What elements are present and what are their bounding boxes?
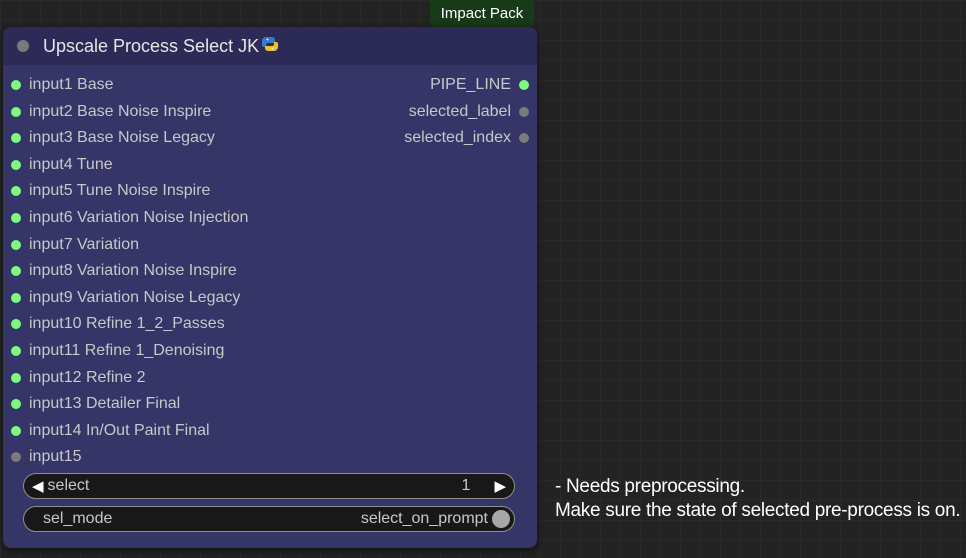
input-slot-label: input3 Base Noise Legacy bbox=[29, 129, 215, 147]
note-line-1: - Needs preprocessing. bbox=[555, 476, 745, 497]
input-slot-2[interactable]: input2 Base Noise Inspire bbox=[11, 99, 211, 125]
output-slot-pipe-line[interactable]: PIPE_LINE bbox=[430, 72, 529, 98]
input-connector-icon[interactable] bbox=[11, 186, 21, 197]
input-slot-13[interactable]: input13 Detailer Final bbox=[11, 391, 180, 417]
input-slot-10[interactable]: input10 Refine 1_2_Passes bbox=[11, 311, 225, 337]
input-slot-11[interactable]: input11 Refine 1_Denoising bbox=[11, 338, 224, 364]
input-connector-icon[interactable] bbox=[11, 239, 21, 250]
select-widget-value[interactable]: 1 bbox=[462, 477, 471, 495]
sel-mode-value: select_on_prompt bbox=[360, 510, 488, 527]
input-slot-12[interactable]: input12 Refine 2 bbox=[11, 365, 146, 391]
input-slot-label: input7 Variation bbox=[29, 235, 139, 253]
input-connector-icon[interactable] bbox=[11, 399, 21, 410]
input-connector-icon[interactable] bbox=[11, 213, 21, 223]
output-connector-icon[interactable] bbox=[519, 133, 529, 144]
input-slot-15[interactable]: input15 bbox=[11, 444, 82, 470]
node-title: Upscale Process Select JK bbox=[43, 35, 260, 56]
input-slot-label: input2 Base Noise Inspire bbox=[29, 102, 212, 120]
output-slot-selected-index[interactable]: selected_index bbox=[404, 125, 529, 151]
input-slot-label: input8 Variation Noise Inspire bbox=[29, 262, 237, 280]
input-slot-label: input14 In/Out Paint Final bbox=[29, 421, 210, 439]
input-connector-icon[interactable] bbox=[11, 159, 21, 170]
output-slot-label: PIPE_LINE bbox=[430, 76, 511, 93]
select-number-widget[interactable]: ◀ select 1 ▶ bbox=[23, 473, 515, 499]
input-slot-6[interactable]: input6 Variation Noise Injection bbox=[11, 205, 248, 231]
input-connector-icon[interactable] bbox=[11, 80, 21, 90]
output-connector-icon[interactable] bbox=[519, 80, 529, 90]
input-slot-label: input1 Base bbox=[29, 76, 114, 93]
upscale-process-select-node[interactable]: Upscale Process Select JK input1 Base in… bbox=[3, 27, 537, 548]
input-slot-label: input11 Refine 1_Denoising bbox=[29, 342, 225, 359]
toggle-knob-icon[interactable] bbox=[492, 510, 510, 528]
sel-mode-label: sel_mode bbox=[43, 510, 113, 527]
input-slot-label: input10 Refine 1_2_Passes bbox=[29, 315, 225, 333]
badge-label: Impact Pack bbox=[440, 5, 524, 22]
node-header[interactable]: Upscale Process Select JK bbox=[3, 27, 537, 65]
select-widget-label: select bbox=[47, 477, 90, 494]
input-slot-label: input13 Detailer Final bbox=[29, 395, 181, 413]
output-slot-selected-label[interactable]: selected_label bbox=[409, 99, 529, 125]
output-slot-label: selected_label bbox=[408, 102, 511, 120]
sel-mode-toggle-widget[interactable]: sel_mode select_on_prompt bbox=[23, 506, 515, 532]
output-slot-label: selected_index bbox=[404, 129, 511, 147]
input-slot-7[interactable]: input7 Variation bbox=[11, 232, 139, 258]
decrement-arrow-icon[interactable]: ◀ bbox=[32, 477, 44, 495]
input-slot-4[interactable]: input4 Tune bbox=[11, 152, 113, 178]
input-slot-9[interactable]: input9 Variation Noise Legacy bbox=[11, 285, 240, 311]
input-slot-5[interactable]: input5 Tune Noise Inspire bbox=[11, 178, 210, 204]
input-connector-icon[interactable] bbox=[11, 346, 21, 356]
input-slot-label: input12 Refine 2 bbox=[29, 368, 146, 386]
input-slot-label: input5 Tune Noise Inspire bbox=[29, 182, 211, 200]
note-line-2: Make sure the state of selected pre-proc… bbox=[555, 500, 961, 521]
input-slot-label: input6 Variation Noise Injection bbox=[29, 209, 249, 226]
input-connector-icon[interactable] bbox=[11, 452, 21, 463]
input-slot-label: input15 bbox=[29, 448, 82, 466]
input-connector-icon[interactable] bbox=[11, 425, 21, 436]
input-slot-3[interactable]: input3 Base Noise Legacy bbox=[11, 125, 215, 151]
impact-pack-badge: Impact Pack bbox=[430, 0, 534, 27]
instruction-note: - Needs preprocessing. Make sure the sta… bbox=[555, 475, 961, 523]
input-connector-icon[interactable] bbox=[11, 319, 21, 330]
input-connector-icon[interactable] bbox=[11, 106, 21, 117]
increment-arrow-icon[interactable]: ▶ bbox=[494, 477, 506, 495]
input-slot-1[interactable]: input1 Base bbox=[11, 72, 114, 98]
input-slot-label: input4 Tune bbox=[29, 155, 113, 173]
input-connector-icon[interactable] bbox=[11, 372, 21, 383]
python-snake-icon bbox=[261, 35, 279, 58]
input-slot-label: input9 Variation Noise Legacy bbox=[29, 288, 241, 306]
input-connector-icon[interactable] bbox=[11, 292, 21, 303]
input-slot-8[interactable]: input8 Variation Noise Inspire bbox=[11, 258, 237, 284]
collapse-dot-icon[interactable] bbox=[17, 40, 29, 52]
input-slot-14[interactable]: input14 In/Out Paint Final bbox=[11, 418, 210, 444]
input-connector-icon[interactable] bbox=[11, 266, 21, 277]
input-connector-icon[interactable] bbox=[11, 133, 21, 144]
output-connector-icon[interactable] bbox=[519, 106, 529, 117]
